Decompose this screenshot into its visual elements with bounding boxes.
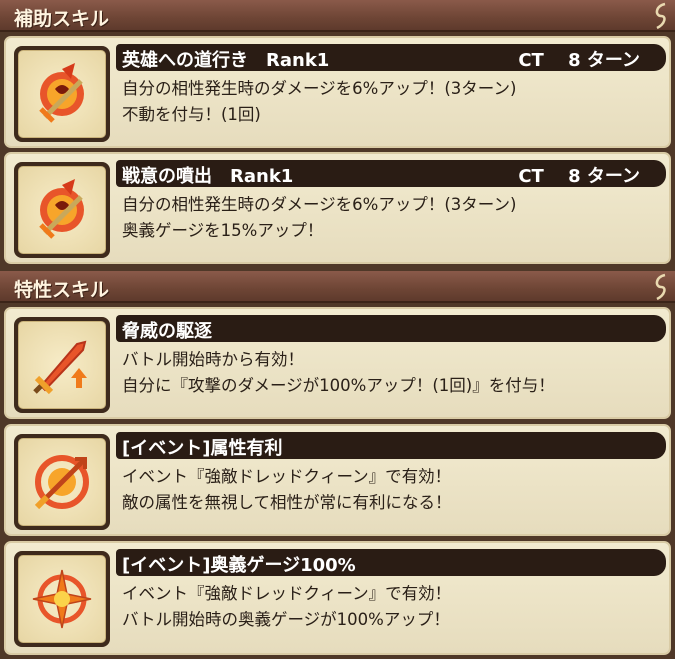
skill-name-bar: 英雄への道行き Rank1 CT 8 ターン	[116, 44, 666, 71]
skill-name: [イベント]奥義ゲージ100%	[122, 555, 356, 576]
description-line: イベント『強敵ドレッドクィーン』で有効！	[122, 584, 452, 603]
skill-description: イベント『強敵ドレッドクィーン』で有効！ バトル開始時の奥義ゲージが100%アッ…	[122, 581, 662, 633]
skill-name: 脅威の駆逐	[122, 321, 212, 342]
skill-name-bar: 脅威の駆逐	[116, 315, 666, 342]
skill-description: イベント『強敵ドレッドクィーン』で有効！ 敵の属性を無視して相性が常に有利になる…	[122, 464, 662, 516]
description-line: イベント『強敵ドレッドクィーン』で有効！	[122, 467, 452, 486]
element-arrow-icon	[34, 455, 89, 510]
section-title: 特性スキル	[14, 279, 110, 301]
burst-star-icon	[32, 569, 92, 629]
skill-icon-frame	[14, 162, 110, 258]
skill-icon-frame	[14, 434, 110, 530]
description-line: バトル開始時の奥義ゲージが100%アップ！	[122, 610, 450, 629]
skill-icon-frame	[14, 551, 110, 647]
description-line: 奥義ゲージを15%アップ！	[122, 221, 324, 240]
skill-name-bar: [イベント]奥義ゲージ100%	[116, 549, 666, 576]
skill-name-bar: 戦意の噴出 Rank1 CT 8 ターン	[116, 160, 666, 187]
skill-icon-frame	[14, 46, 110, 142]
skill-name: 英雄への道行き Rank1	[122, 50, 330, 71]
skill-description: バトル開始時から有効！ 自分に『攻撃のダメージが100%アップ！(1回)』を付与…	[122, 347, 662, 399]
description-line: 自分に『攻撃のダメージが100%アップ！(1回)』を付与！	[122, 376, 555, 395]
skill-card[interactable]: 戦意の噴出 Rank1 CT 8 ターン 自分の相性発生時のダメージを6%アップ…	[4, 152, 671, 264]
section-header-trait: 特性スキル	[0, 271, 675, 303]
skill-description: 自分の相性発生時のダメージを6%アップ！(3ターン) 不動を付与！(1回)	[122, 76, 662, 128]
section-header-support: 補助スキル	[0, 0, 675, 32]
description-line: 自分の相性発生時のダメージを6%アップ！(3ターン)	[122, 195, 517, 214]
skill-description: 自分の相性発生時のダメージを6%アップ！(3ターン) 奥義ゲージを15%アップ！	[122, 192, 662, 244]
skill-name-bar: [イベント]属性有利	[116, 432, 666, 459]
sword-up-icon	[33, 340, 87, 395]
description-line: 敵の属性を無視して相性が常に有利になる！	[122, 493, 452, 512]
flame-sword-icon	[39, 179, 84, 239]
skill-card[interactable]: [イベント]属性有利 イベント『強敵ドレッドクィーン』で有効！ 敵の属性を無視し…	[4, 424, 671, 536]
skill-list-screen: 補助スキル 英雄への道行き Rank1 CT 8 ターン 自分の相性発生時のダメ…	[0, 0, 675, 659]
description-line: 不動を付与！(1回)	[122, 105, 261, 124]
skill-card[interactable]: 脅威の駆逐 バトル開始時から有効！ 自分に『攻撃のダメージが100%アップ！(1…	[4, 307, 671, 419]
section-title: 補助スキル	[14, 8, 110, 30]
skill-name: 戦意の噴出 Rank1	[122, 166, 294, 187]
description-line: バトル開始時から有効！	[122, 350, 304, 369]
scroll-curl-icon	[655, 2, 666, 30]
skill-icon-frame	[14, 317, 110, 413]
skill-card[interactable]: 英雄への道行き Rank1 CT 8 ターン 自分の相性発生時のダメージを6%ア…	[4, 36, 671, 148]
description-line: 自分の相性発生時のダメージを6%アップ！(3ターン)	[122, 79, 517, 98]
skill-card[interactable]: [イベント]奥義ゲージ100% イベント『強敵ドレッドクィーン』で有効！ バトル…	[4, 541, 671, 655]
skill-cooldown: CT 8 ターン	[518, 166, 640, 187]
skill-cooldown: CT 8 ターン	[518, 50, 640, 71]
flame-sword-icon	[39, 63, 84, 123]
scroll-curl-icon	[655, 273, 666, 301]
skill-name: [イベント]属性有利	[122, 438, 283, 459]
